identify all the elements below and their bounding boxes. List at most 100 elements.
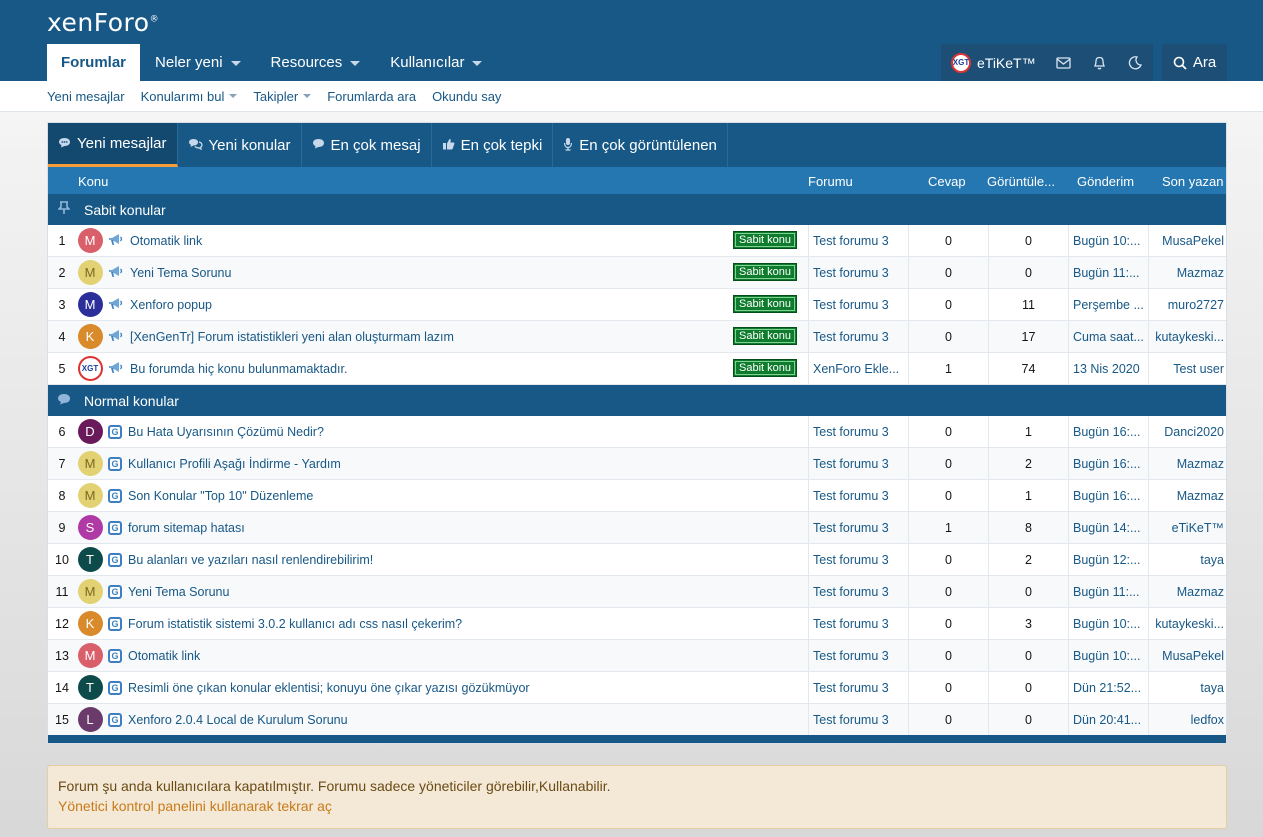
forum-link[interactable]: Test forumu 3 (808, 289, 908, 320)
topic-title-link[interactable]: Bu alanları ve yazıları nasıl renlendire… (128, 553, 373, 567)
post-date[interactable]: Bugün 16:... (1068, 416, 1148, 447)
last-poster-link[interactable]: Danci2020 (1148, 416, 1227, 447)
chevron-down-icon[interactable] (303, 94, 312, 98)
topic-title-link[interactable]: Bu Hata Uyarısının Çözümü Nedir? (128, 425, 324, 439)
last-poster-link[interactable]: Mazmaz (1148, 480, 1227, 511)
last-poster-link[interactable]: kutaykeski... (1148, 321, 1227, 352)
chevron-down-icon[interactable] (472, 61, 483, 66)
col-views[interactable]: Görüntüle... (987, 174, 1055, 189)
chevron-down-icon[interactable] (230, 61, 241, 66)
forum-link[interactable]: Test forumu 3 (808, 480, 908, 511)
avatar[interactable]: M (77, 292, 103, 317)
col-forum[interactable]: Forumu (808, 174, 853, 189)
last-poster-link[interactable]: Test user (1148, 353, 1227, 384)
last-poster-link[interactable]: taya (1148, 544, 1227, 575)
topic-title-link[interactable]: Otomatik link (130, 234, 202, 248)
chevron-down-icon[interactable] (229, 94, 238, 98)
last-poster-link[interactable]: Mazmaz (1148, 448, 1227, 479)
forum-link[interactable]: Test forumu 3 (808, 704, 908, 735)
forum-link[interactable]: Test forumu 3 (808, 576, 908, 607)
avatar[interactable]: T (77, 547, 103, 572)
post-date[interactable]: Bugün 14:... (1068, 512, 1148, 543)
topic-title-link[interactable]: Yeni Tema Sorunu (130, 266, 231, 280)
topic-title-link[interactable]: Son Konular "Top 10" Düzenleme (128, 489, 313, 503)
inbox-icon[interactable] (1046, 44, 1082, 81)
tab-1[interactable]: Yeni konular (178, 123, 302, 167)
col-last-poster[interactable]: Son yazan (1162, 174, 1223, 189)
reopen-link[interactable]: Yönetici kontrol panelini kullanarak tek… (58, 798, 1216, 814)
forum-link[interactable]: Test forumu 3 (808, 608, 908, 639)
tab-2[interactable]: En çok mesaj (302, 123, 432, 167)
subnav-item-3[interactable]: Forumlarda ara (327, 89, 416, 104)
post-date[interactable]: Bugün 16:... (1068, 480, 1148, 511)
subnav-item-2[interactable]: Takipler (253, 89, 312, 104)
topic-title-link[interactable]: Bu forumda hiç konu bulunmamaktadır. (130, 362, 347, 376)
avatar[interactable]: M (77, 451, 103, 476)
col-replies[interactable]: Cevap (928, 174, 966, 189)
forum-link[interactable]: Test forumu 3 (808, 640, 908, 671)
last-poster-link[interactable]: MusaPekel (1148, 640, 1227, 671)
nav-tab-0[interactable]: Forumlar (47, 44, 141, 81)
bell-icon[interactable] (1081, 44, 1117, 81)
last-poster-link[interactable]: muro2727 (1148, 289, 1227, 320)
nav-tab-1[interactable]: Neler yeni (140, 44, 256, 81)
forum-link[interactable]: Test forumu 3 (808, 544, 908, 575)
topic-title-link[interactable]: Yeni Tema Sorunu (128, 585, 229, 599)
tab-0[interactable]: Yeni mesajlar (48, 123, 178, 167)
subnav-item-0[interactable]: Yeni mesajlar (47, 89, 125, 104)
avatar[interactable]: M (77, 483, 103, 508)
topic-title-link[interactable]: Otomatik link (128, 649, 200, 663)
forum-link[interactable]: XenForo Ekle... (808, 353, 908, 384)
subnav-item-1[interactable]: Konularımı bul (141, 89, 238, 104)
avatar[interactable]: D (77, 419, 103, 444)
forum-link[interactable]: Test forumu 3 (808, 225, 908, 256)
post-date[interactable]: Bugün 11:... (1068, 576, 1148, 607)
forum-link[interactable]: Test forumu 3 (808, 512, 908, 543)
avatar[interactable]: L (77, 707, 103, 732)
topic-title-link[interactable]: Kullanıcı Profili Aşağı İndirme - Yardım (128, 457, 341, 471)
chevron-down-icon[interactable] (350, 61, 361, 66)
avatar[interactable]: M (77, 579, 103, 604)
topic-title-link[interactable]: Forum istatistik sistemi 3.0.2 kullanıcı… (128, 617, 462, 631)
nav-tab-3[interactable]: Kullanıcılar (375, 44, 497, 81)
last-poster-link[interactable]: taya (1148, 672, 1227, 703)
topic-title-link[interactable]: Xenforo 2.0.4 Local de Kurulum Sorunu (128, 713, 348, 727)
topic-title-link[interactable]: Resimli öne çıkan konular eklentisi; kon… (128, 681, 530, 695)
last-poster-link[interactable]: Mazmaz (1148, 257, 1227, 288)
nav-tab-2[interactable]: Resources (256, 44, 376, 81)
site-logo[interactable]: xenForo® (47, 8, 159, 37)
avatar[interactable]: XGT (77, 356, 103, 381)
avatar[interactable]: K (77, 611, 103, 636)
forum-link[interactable]: Test forumu 3 (808, 257, 908, 288)
forum-link[interactable]: Test forumu 3 (808, 448, 908, 479)
forum-link[interactable]: Test forumu 3 (808, 416, 908, 447)
post-date[interactable]: Bugün 11:... (1068, 257, 1148, 288)
last-poster-link[interactable]: ledfox (1148, 704, 1227, 735)
last-poster-link[interactable]: MusaPekel (1148, 225, 1227, 256)
last-poster-link[interactable]: Mazmaz (1148, 576, 1227, 607)
user-menu[interactable]: XGT eTiKeT™ (941, 44, 1046, 81)
avatar[interactable]: M (77, 228, 103, 253)
avatar[interactable]: T (77, 675, 103, 700)
post-date[interactable]: Bugün 10:... (1068, 608, 1148, 639)
post-date[interactable]: Bugün 10:... (1068, 225, 1148, 256)
avatar[interactable]: M (77, 260, 103, 285)
moon-icon[interactable] (1117, 44, 1153, 81)
search-button[interactable]: Ara (1162, 44, 1227, 81)
col-date[interactable]: Gönderim (1077, 174, 1134, 189)
avatar[interactable]: K (77, 324, 103, 349)
tab-4[interactable]: En çok görüntülenen (553, 123, 728, 167)
post-date[interactable]: 13 Nis 2020 (1068, 353, 1148, 384)
post-date[interactable]: Bugün 10:... (1068, 640, 1148, 671)
forum-link[interactable]: Test forumu 3 (808, 672, 908, 703)
forum-link[interactable]: Test forumu 3 (808, 321, 908, 352)
topic-title-link[interactable]: [XenGenTr] Forum istatistikleri yeni ala… (130, 330, 454, 344)
post-date[interactable]: Bugün 12:... (1068, 544, 1148, 575)
post-date[interactable]: Bugün 16:... (1068, 448, 1148, 479)
avatar[interactable]: M (77, 643, 103, 668)
post-date[interactable]: Dün 20:41... (1068, 704, 1148, 735)
topic-title-link[interactable]: Xenforo popup (130, 298, 212, 312)
post-date[interactable]: Perşembe ... (1068, 289, 1148, 320)
subnav-item-4[interactable]: Okundu say (432, 89, 501, 104)
post-date[interactable]: Cuma saat... (1068, 321, 1148, 352)
